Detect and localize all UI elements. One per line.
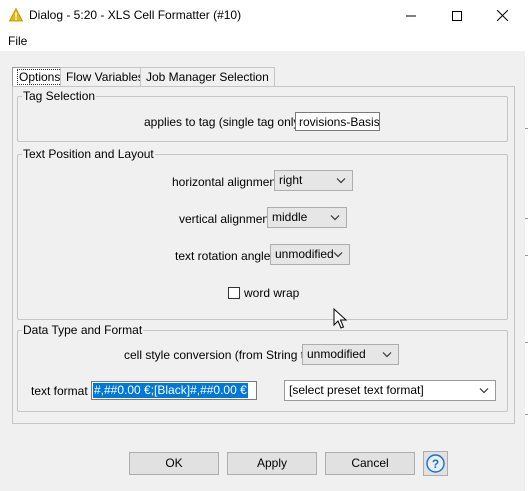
chevron-down-icon [333, 252, 343, 258]
chevron-down-icon [382, 352, 392, 358]
applies-to-tag-input[interactable]: rovisions-Basis € [295, 112, 380, 131]
close-icon [496, 10, 508, 21]
vertical-alignment-value: middle [272, 210, 308, 224]
minimize-icon [406, 15, 416, 16]
horizontal-alignment-select[interactable]: right [274, 170, 353, 191]
preset-text-format-value: [select preset text format] [289, 383, 424, 397]
edge-mark [525, 342, 528, 343]
vertical-alignment-select[interactable]: middle [267, 207, 347, 228]
chevron-down-icon [479, 388, 489, 394]
text-rotation-select[interactable]: unmodified [270, 244, 350, 265]
text-format-label: text format [31, 384, 88, 398]
applies-to-tag-label: applies to tag (single tag only) [144, 115, 304, 129]
cell-style-conversion-select[interactable]: unmodified [302, 344, 399, 365]
chevron-down-icon [336, 178, 346, 184]
cell-style-conversion-label: cell style conversion (from String to) [124, 348, 315, 362]
svg-text:?: ? [432, 457, 439, 471]
text-position-legend: Text Position and Layout [23, 147, 154, 161]
horizontal-alignment-label: horizontal alignment [172, 175, 280, 189]
cancel-button[interactable]: Cancel [325, 452, 415, 475]
text-format-selection: #,##0.00 €;[Black]#,##0.00 € [93, 383, 248, 398]
data-type-legend: Data Type and Format [23, 323, 143, 337]
edge-mark [525, 128, 528, 129]
menu-bar: File [0, 31, 525, 51]
horizontal-alignment-value: right [279, 173, 303, 187]
tab-flow-variables[interactable]: Flow Variables [60, 67, 150, 87]
preset-text-format-select[interactable]: [select preset text format] [284, 380, 496, 401]
text-rotation-label: text rotation angle [175, 249, 271, 263]
cell-style-conversion-value: unmodified [307, 347, 366, 361]
word-wrap-label[interactable]: word wrap [244, 286, 299, 300]
maximize-icon [452, 10, 462, 21]
mouse-pointer-icon [333, 308, 348, 329]
edge-mark [525, 414, 528, 415]
help-button[interactable]: ? [423, 451, 448, 476]
minimize-button[interactable] [388, 0, 434, 31]
vertical-alignment-label: vertical alignment [179, 212, 273, 226]
text-rotation-value: unmodified [275, 247, 334, 261]
menu-file[interactable]: File [8, 34, 27, 48]
tab-options-label: Options [16, 69, 63, 85]
window-title: Dialog - 5:20 - XLS Cell Formatter (#10) [29, 8, 242, 22]
apply-button[interactable]: Apply [227, 452, 317, 475]
dialog-window: Dialog - 5:20 - XLS Cell Formatter (#10)… [0, 0, 526, 491]
chevron-down-icon [330, 215, 340, 221]
word-wrap-checkbox[interactable] [228, 287, 240, 299]
tab-job-manager-selection[interactable]: Job Manager Selection [140, 67, 275, 87]
maximize-button[interactable] [434, 0, 480, 31]
tag-selection-legend: Tag Selection [23, 89, 96, 103]
title-bar[interactable]: Dialog - 5:20 - XLS Cell Formatter (#10) [0, 0, 525, 31]
background-window-edge [525, 0, 529, 491]
knime-warning-triangle-icon [9, 8, 23, 22]
options-panel: Tag Selection applies to tag (single tag… [12, 86, 515, 424]
text-format-input[interactable]: #,##0.00 €;[Black]#,##0.00 € [91, 381, 257, 400]
edge-mark [525, 218, 528, 219]
close-button[interactable] [479, 0, 525, 31]
ok-button[interactable]: OK [129, 452, 219, 475]
edge-mark [525, 255, 528, 256]
help-icon: ? [426, 454, 445, 473]
